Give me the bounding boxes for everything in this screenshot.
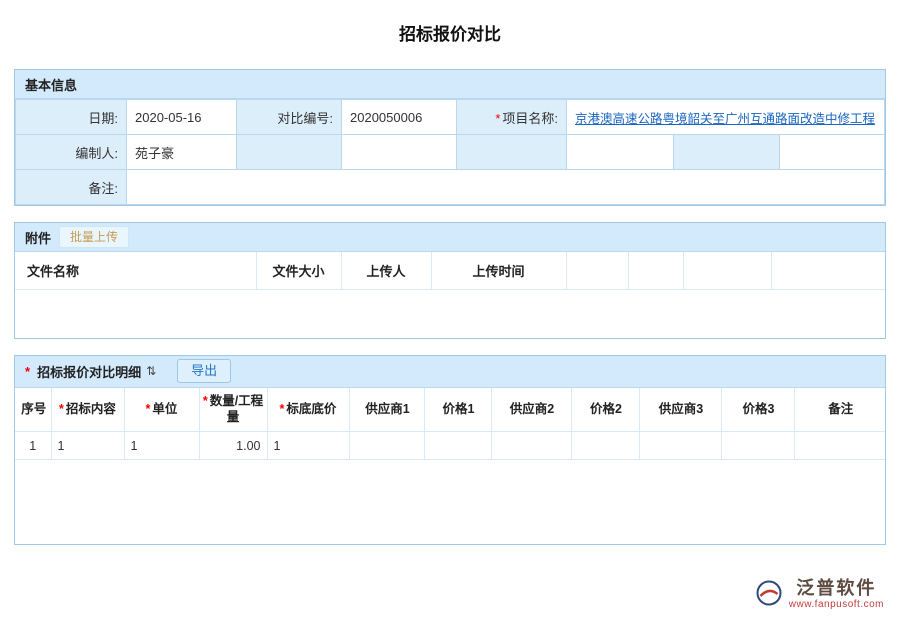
remark-label: 备注: — [16, 170, 127, 205]
fanpu-logo-icon — [755, 579, 783, 610]
column-header-remark: 备注 — [794, 388, 885, 432]
attachments-title: 附件 — [25, 228, 51, 247]
attachments-empty-area — [15, 290, 885, 338]
column-header-empty — [628, 252, 683, 289]
required-mark: * — [59, 402, 64, 416]
creator-value: 苑子豪 — [127, 135, 237, 170]
basic-info-row-3: 备注: — [16, 170, 885, 205]
column-label: 标底底价 — [286, 402, 336, 416]
basic-info-row-1: 日期: 2020-05-16 对比编号: 2020050006 *项目名称: 京… — [16, 100, 885, 135]
basic-info-table: 日期: 2020-05-16 对比编号: 2020050006 *项目名称: 京… — [15, 99, 885, 205]
attachments-table: 文件名称 文件大小 上传人 上传时间 — [15, 252, 885, 290]
sort-icon[interactable]: ⇅ — [146, 364, 156, 378]
column-header-file-size: 文件大小 — [256, 252, 341, 289]
cell-bid-content: 1 — [51, 432, 124, 460]
date-label: 日期: — [16, 100, 127, 135]
attachments-header-row: 文件名称 文件大小 上传人 上传时间 — [15, 252, 885, 289]
footer-brand: 泛普软件 www.fanpusoft.com — [755, 579, 884, 610]
table-row: 1 1 1 1.00 1 — [15, 432, 885, 460]
column-label: 招标内容 — [66, 402, 116, 416]
cell-supplier2 — [491, 432, 571, 460]
column-label: 供应商3 — [659, 402, 703, 416]
required-mark: * — [495, 111, 500, 126]
cell-base-price: 1 — [267, 432, 349, 460]
export-button[interactable]: 导出 — [177, 359, 231, 384]
column-header-empty — [566, 252, 628, 289]
column-header-seq: 序号 — [15, 388, 51, 432]
column-header-quantity: *数量/工程量 — [199, 388, 267, 432]
empty-label-cell — [674, 135, 780, 170]
project-label-text: 项目名称: — [502, 111, 558, 126]
column-header-supplier2: 供应商2 — [491, 388, 571, 432]
column-header-bid-content: *招标内容 — [51, 388, 124, 432]
required-mark: * — [25, 364, 30, 379]
cell-seq: 1 — [15, 432, 51, 460]
basic-info-header: 基本信息 — [15, 70, 885, 99]
compare-no-label: 对比编号: — [237, 100, 342, 135]
column-header-file-name: 文件名称 — [15, 252, 256, 289]
basic-info-section: 基本信息 日期: 2020-05-16 对比编号: 2020050006 *项目… — [14, 69, 886, 206]
column-label: 单位 — [152, 402, 177, 416]
column-header-price1: 价格1 — [424, 388, 491, 432]
column-label: 价格1 — [443, 402, 475, 416]
project-name-link[interactable]: 京港澳高速公路粤境韶关至广州互通路面改造中修工程 — [575, 112, 875, 126]
empty-value-cell — [342, 135, 457, 170]
remark-value — [127, 170, 885, 205]
compare-no-value: 2020050006 — [342, 100, 457, 135]
date-value: 2020-05-16 — [127, 100, 237, 135]
cell-unit: 1 — [124, 432, 199, 460]
column-header-supplier1: 供应商1 — [349, 388, 424, 432]
column-header-price3: 价格3 — [721, 388, 794, 432]
column-label: 供应商1 — [365, 402, 409, 416]
creator-label: 编制人: — [16, 135, 127, 170]
column-header-upload-time: 上传时间 — [431, 252, 566, 289]
detail-header: * 招标报价对比明细 ⇅ 导出 — [15, 356, 885, 388]
detail-title: 招标报价对比明细 — [37, 362, 141, 381]
cell-price2 — [571, 432, 639, 460]
column-header-base-price: *标底底价 — [267, 388, 349, 432]
detail-empty-area — [15, 460, 885, 544]
brand-block: 泛普软件 www.fanpusoft.com — [789, 579, 884, 610]
attachments-section: 附件 批量上传 文件名称 文件大小 上传人 上传时间 — [14, 222, 886, 339]
empty-label-cell — [457, 135, 567, 170]
detail-header-row: 序号 *招标内容 *单位 *数量/工程量 *标底底价 供应商1 价格1 供应商2… — [15, 388, 885, 432]
detail-section: * 招标报价对比明细 ⇅ 导出 序号 *招标内容 *单位 *数量/工程量 *标底… — [14, 355, 886, 546]
column-header-uploader: 上传人 — [341, 252, 431, 289]
column-label: 价格2 — [590, 402, 622, 416]
empty-value-cell — [780, 135, 885, 170]
project-name-cell: 京港澳高速公路粤境韶关至广州互通路面改造中修工程 — [567, 100, 885, 135]
batch-upload-button[interactable]: 批量上传 — [59, 226, 129, 248]
project-name-label: *项目名称: — [457, 100, 567, 135]
brand-url: www.fanpusoft.com — [789, 599, 884, 610]
brand-name: 泛普软件 — [796, 579, 876, 599]
cell-remark — [794, 432, 885, 460]
basic-info-row-2: 编制人: 苑子豪 — [16, 135, 885, 170]
column-label: 备注 — [828, 402, 853, 416]
column-header-price2: 价格2 — [571, 388, 639, 432]
empty-value-cell — [567, 135, 674, 170]
cell-price1 — [424, 432, 491, 460]
cell-supplier3 — [639, 432, 721, 460]
attachments-header: 附件 批量上传 — [15, 223, 885, 252]
cell-price3 — [721, 432, 794, 460]
page-title: 招标报价对比 — [0, 20, 900, 45]
required-mark: * — [280, 402, 285, 416]
column-label: 价格3 — [743, 402, 775, 416]
required-mark: * — [146, 402, 151, 416]
column-header-supplier3: 供应商3 — [639, 388, 721, 432]
column-label: 数量/工程量 — [210, 394, 263, 425]
empty-label-cell — [237, 135, 342, 170]
column-header-empty — [683, 252, 771, 289]
cell-supplier1 — [349, 432, 424, 460]
column-label: 序号 — [21, 402, 46, 416]
cell-quantity: 1.00 — [199, 432, 267, 460]
column-header-empty — [771, 252, 885, 289]
basic-info-title: 基本信息 — [25, 75, 77, 94]
detail-table: 序号 *招标内容 *单位 *数量/工程量 *标底底价 供应商1 价格1 供应商2… — [15, 388, 885, 461]
column-header-unit: *单位 — [124, 388, 199, 432]
required-mark: * — [203, 394, 208, 408]
column-label: 供应商2 — [510, 402, 554, 416]
